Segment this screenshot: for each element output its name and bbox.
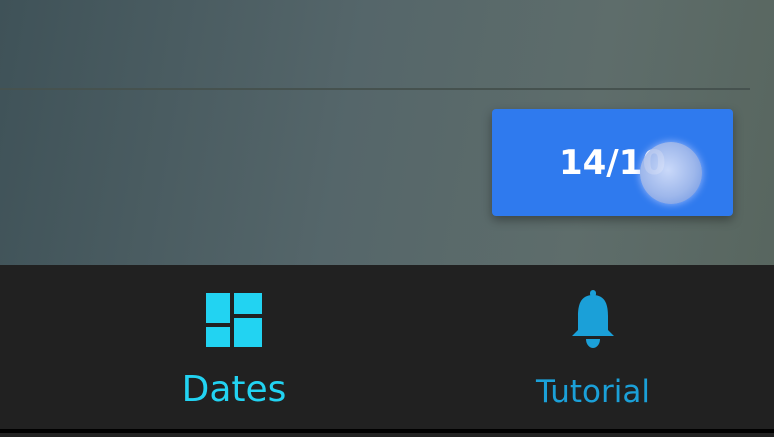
nav-label-tutorial: Tutorial — [536, 374, 650, 410]
app-screen: 14/10 Dates Tutorial — [0, 0, 774, 437]
bottom-navigation: Dates Tutorial — [0, 265, 774, 433]
dashboard-icon — [206, 291, 262, 349]
divider — [0, 88, 750, 90]
nav-label-dates: Dates — [181, 369, 287, 410]
bell-icon — [568, 290, 618, 349]
nav-item-dates[interactable]: Dates — [134, 265, 334, 433]
system-nav-strip — [0, 429, 774, 433]
content-area: 14/10 — [0, 0, 774, 265]
nav-item-tutorial[interactable]: Tutorial — [493, 265, 693, 433]
date-button[interactable]: 14/10 — [492, 109, 733, 216]
